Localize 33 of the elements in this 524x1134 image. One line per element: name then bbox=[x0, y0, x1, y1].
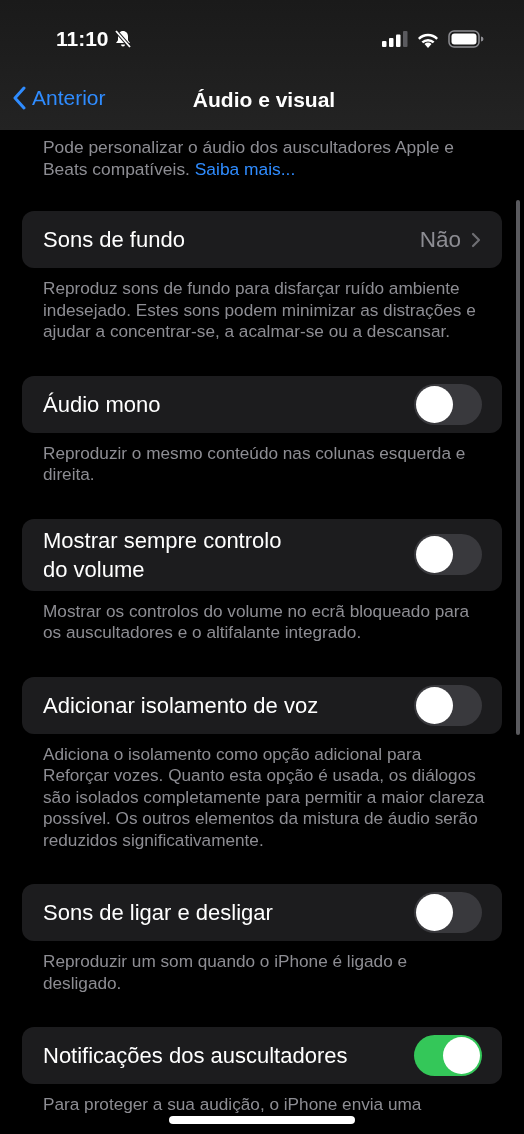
row-footer-text: Adiciona o isolamento como opção adicional para Reforçar vozes. Quanto esta opção é usada, os diálogos são isolados completamente para permitir a maior clareza possível. Os outros elementos da mistura de áudio serão reduzidos significativamente. bbox=[43, 743, 486, 851]
settings-row[interactable]: Sons de ligar e desligar bbox=[22, 884, 502, 941]
nav-title: Áudio e visual bbox=[192, 88, 336, 112]
row-footer-text: Reproduzir o mesmo conteúdo nas colunas esquerda e direita. bbox=[43, 442, 467, 486]
back-chevron-icon bbox=[12, 86, 26, 110]
row-value: Não bbox=[419, 226, 461, 253]
row-label: Áudio mono bbox=[43, 390, 161, 419]
settings-row[interactable]: Adicionar isolamento de voz bbox=[22, 676, 502, 734]
battery-icon bbox=[448, 30, 484, 48]
signal-icon bbox=[382, 31, 408, 47]
toggle-switch[interactable] bbox=[414, 383, 482, 425]
status-time: 11:10 bbox=[56, 27, 109, 51]
learn-more-link[interactable]: Saiba mais... bbox=[194, 159, 296, 179]
toggle-switch[interactable] bbox=[414, 534, 482, 575]
row-label: Sons de ligar e desligar bbox=[43, 899, 273, 927]
row-footer-text: Mostrar os controlos do volume no ecrã bloqueado para os auscultadores e o altifalante integrado. bbox=[43, 600, 471, 644]
row-label: Adicionar isolamento de voz bbox=[43, 691, 319, 720]
toggle-switch[interactable] bbox=[414, 684, 482, 726]
row-footer-text: Reproduz sons de fundo para disfarçar ruído ambiente indesejado. Estes sons podem minimizar as distrações e ajudar a concentrar-se, a acalmar-se ou a descansar. bbox=[43, 278, 477, 343]
settings-row[interactable]: Sons de fundo Não bbox=[22, 211, 502, 268]
toggle-switch[interactable] bbox=[414, 1035, 482, 1076]
settings-row[interactable]: Notificações dos auscultadores bbox=[22, 1027, 502, 1084]
toggle-switch[interactable] bbox=[414, 892, 482, 933]
intro-text: Pode personalizar o áudio dos auscultadores Apple e Beats compatíveis. Saiba mais... bbox=[43, 136, 455, 180]
back-button[interactable]: Anterior bbox=[10, 84, 108, 112]
row-label: Notificações dos auscultadores bbox=[43, 1042, 348, 1070]
settings-row[interactable]: Áudio mono bbox=[22, 375, 502, 433]
row-footer-text: Reproduzir um som quando o iPhone é ligado e desligado. bbox=[43, 951, 409, 994]
row-footer-text: Para proteger a sua audição, o iPhone envia uma bbox=[43, 1094, 423, 1116]
chevron-icon bbox=[471, 231, 481, 248]
settings-row[interactable]: Mostrar sempre controlo do volume bbox=[22, 518, 502, 591]
row-label: Sons de fundo bbox=[43, 226, 185, 254]
row-label: Mostrar sempre controlo do volume bbox=[43, 526, 282, 584]
